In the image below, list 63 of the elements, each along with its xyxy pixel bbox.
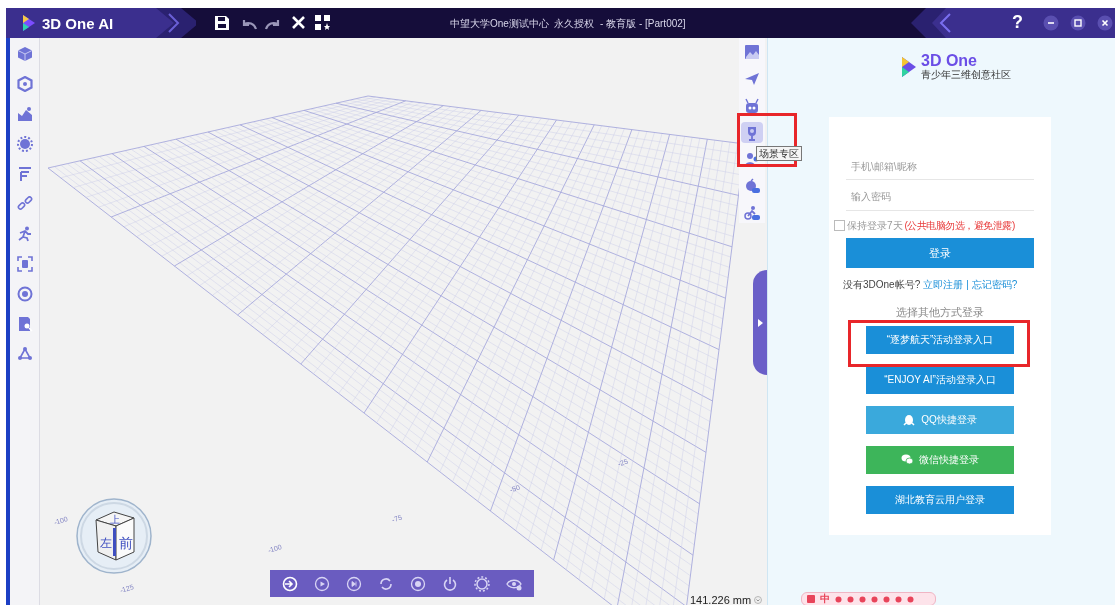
redo-icon[interactable] — [264, 17, 282, 31]
remember-checkbox[interactable] — [834, 220, 845, 231]
close-icon[interactable] — [291, 15, 306, 30]
step-icon[interactable] — [346, 575, 362, 592]
separator-text: | — [966, 278, 969, 292]
stop-icon[interactable] — [410, 575, 426, 592]
view-cube[interactable]: 上 左 前 — [76, 498, 152, 574]
close-icon[interactable] — [1097, 15, 1113, 31]
collapse-tab[interactable] — [753, 270, 767, 375]
login-option-button[interactable]: 微信快捷登录 — [866, 445, 1014, 474]
login-option-button[interactable]: QQ快捷登录 — [866, 405, 1014, 434]
caret-icon — [757, 318, 763, 327]
logo-icon — [901, 54, 917, 79]
maximize-icon[interactable] — [1070, 15, 1086, 31]
logo-icon — [22, 14, 36, 32]
help-button[interactable]: ? — [1008, 11, 1027, 33]
robot-icon — [744, 97, 760, 114]
penguin-icon — [903, 413, 916, 426]
brand-name: 3D One — [921, 53, 978, 69]
warning-text: (公共电脑勿选，避免泄露) — [904, 219, 1015, 233]
running-figure-icon[interactable] — [16, 226, 33, 242]
login-button[interactable]: 登录 — [846, 238, 1034, 268]
login-option-button[interactable]: 湖北教育云用户登录 — [866, 485, 1014, 514]
power-icon[interactable] — [442, 575, 458, 592]
minimize-icon[interactable] — [1043, 15, 1059, 31]
register-link[interactable]: 立即注册 — [923, 277, 964, 292]
cube-icon[interactable] — [16, 46, 33, 62]
undo-icon[interactable] — [240, 17, 258, 31]
measurement-readout: 141.226 mm — [690, 593, 752, 605]
scene-tool-button[interactable] — [741, 122, 763, 143]
gear-icon[interactable] — [16, 136, 33, 152]
chat-bubbles-icon — [901, 453, 913, 466]
settings-icon[interactable] — [474, 575, 490, 592]
target-icon[interactable] — [16, 286, 33, 302]
slogan: 青少年三维创意社区 — [921, 70, 1011, 80]
username-field[interactable]: 手机\邮箱\昵称 — [846, 154, 1034, 180]
forgot-password-link[interactable]: 忘记密码? — [971, 277, 1018, 292]
login-option-button[interactable]: “ENJOY AI”活动登录入口 — [866, 365, 1014, 394]
section-heading: 选择其他方式登录 — [895, 305, 985, 320]
cyclist-badge-icon — [744, 204, 760, 221]
fruit-badge-icon — [744, 177, 760, 194]
bars-icon[interactable] — [16, 166, 33, 182]
refresh-icon[interactable] — [378, 575, 394, 592]
ime-mode-button[interactable]: 中 — [820, 594, 830, 604]
play-icon[interactable] — [314, 575, 330, 592]
enter-icon[interactable] — [282, 575, 298, 592]
document-search-icon[interactable] — [16, 316, 33, 332]
grid-star-icon[interactable] — [315, 15, 330, 30]
password-field[interactable]: 输入密码 — [846, 183, 1034, 211]
network-icon[interactable] — [16, 346, 33, 362]
link-icon[interactable] — [16, 196, 33, 212]
hexagon-icon[interactable] — [16, 76, 33, 92]
remember-label: 保持登录7天 — [847, 219, 903, 233]
no-account-text: 没有3DOne帐号? — [843, 278, 921, 292]
landscape-icon[interactable] — [16, 106, 33, 122]
login-option-button[interactable]: “逐梦航天”活动登录入口 — [866, 325, 1014, 354]
window-title: 中望大学One测试中心 永久授权 - 教育版 - [Part002] — [450, 17, 686, 31]
picture-icon — [744, 44, 760, 61]
dropdown-icon[interactable] — [754, 596, 763, 605]
focus-frame-icon[interactable] — [16, 256, 33, 272]
tooltip: 场景专区 — [756, 146, 802, 161]
app-name: 3D One AI — [42, 14, 114, 34]
save-icon[interactable] — [214, 15, 230, 31]
